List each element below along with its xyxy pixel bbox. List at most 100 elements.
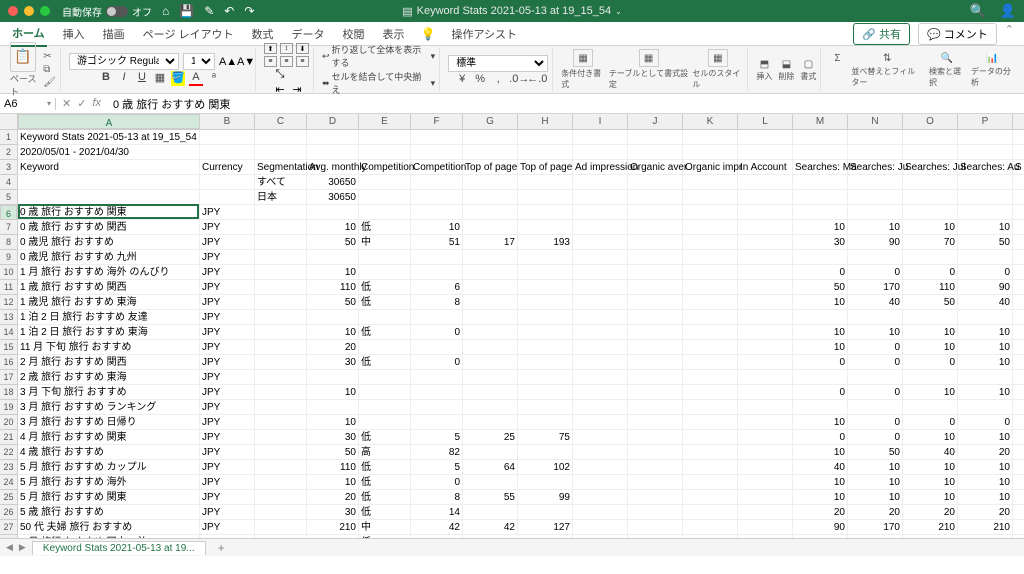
cell[interactable]: 90 [958,280,1013,294]
cell[interactable]: 中 [359,235,411,249]
cell[interactable] [683,145,738,159]
cell[interactable] [573,505,628,519]
home-icon[interactable]: ⌂ [162,4,169,18]
cell[interactable]: JPY [200,310,255,324]
find-button[interactable]: 🔍検索と選択 [929,52,965,88]
cell[interactable] [573,475,628,489]
cell[interactable] [359,265,411,279]
cell[interactable] [463,130,518,144]
cell[interactable] [518,265,573,279]
cell[interactable] [255,265,307,279]
cell[interactable]: 30 [307,355,359,369]
cell[interactable] [518,445,573,459]
cell[interactable]: 17 [463,235,518,249]
cell[interactable] [255,520,307,534]
col-header-B[interactable]: B [200,114,255,129]
cell[interactable] [463,220,518,234]
cell[interactable] [628,310,683,324]
cell[interactable] [463,310,518,324]
col-header-C[interactable]: C [255,114,307,129]
enter-formula-icon[interactable]: ✓ [77,97,86,110]
cell[interactable]: 102 [518,460,573,474]
cell[interactable] [628,400,683,414]
cell[interactable] [255,325,307,339]
cell[interactable]: 10 [903,385,958,399]
cell[interactable] [307,205,359,219]
cell[interactable]: 10 [307,475,359,489]
redo-icon[interactable]: ↷ [244,4,254,18]
cell[interactable] [411,205,463,219]
cell[interactable] [518,205,573,219]
cell[interactable]: 0 歳児 旅行 おすすめ [18,235,200,249]
cell[interactable] [738,370,793,384]
cell[interactable] [628,475,683,489]
cell[interactable] [411,130,463,144]
cell[interactable] [518,310,573,324]
align-right-icon[interactable]: ≡ [296,56,309,67]
cut-icon[interactable]: ✂ [43,51,56,62]
header-cell[interactable]: Top of page [518,160,573,174]
cell[interactable]: 82 [411,445,463,459]
cell[interactable]: JPY [200,250,255,264]
cell[interactable] [573,520,628,534]
cell[interactable] [738,520,793,534]
col-header-L[interactable]: L [738,114,793,129]
cell[interactable] [307,370,359,384]
header-cell[interactable]: Competition [359,160,411,174]
cell[interactable]: 10 [307,220,359,234]
cell[interactable]: 0 歳児 旅行 おすすめ 九州 [18,250,200,264]
cell[interactable] [255,460,307,474]
header-cell[interactable]: Ad impression [573,160,628,174]
cell[interactable]: 50 [307,295,359,309]
cell[interactable] [793,310,848,324]
cell[interactable]: 10 [903,460,958,474]
align-bottom-icon[interactable]: ⬇ [296,43,309,54]
copy-icon[interactable]: ⧉ [43,64,56,75]
cell[interactable] [411,145,463,159]
fill-color-icon[interactable]: 🪣 [171,71,185,86]
cell[interactable] [573,370,628,384]
cell[interactable]: 50 [307,445,359,459]
tab-layout[interactable]: ページ レイアウト [141,22,236,46]
cell[interactable]: 50 [958,235,1013,249]
cell[interactable] [463,400,518,414]
cell[interactable]: 0 [848,340,903,354]
cell[interactable] [683,460,738,474]
cell[interactable] [738,430,793,444]
cell[interactable] [463,265,518,279]
cell[interactable]: 3 月 下旬 旅行 おすすめ [18,385,200,399]
cell[interactable] [738,400,793,414]
cell[interactable] [683,340,738,354]
cell[interactable]: JPY [200,460,255,474]
cell[interactable] [255,505,307,519]
cell[interactable] [307,145,359,159]
cell[interactable] [463,505,518,519]
cell[interactable] [573,445,628,459]
cell[interactable] [683,430,738,444]
cell[interactable]: 10 [958,430,1013,444]
cell[interactable] [411,175,463,189]
cell[interactable]: 4 歳 旅行 おすすめ [18,445,200,459]
toggle-icon[interactable] [106,6,128,17]
cell[interactable] [518,400,573,414]
row-header[interactable]: 27 [0,520,17,535]
cell[interactable] [738,145,793,159]
cell[interactable] [518,355,573,369]
cell[interactable]: 1 泊 2 日 旅行 おすすめ 友達 [18,310,200,324]
cell[interactable] [411,265,463,279]
cell[interactable]: 5 月 旅行 おすすめ 海外 [18,475,200,489]
cell[interactable] [307,310,359,324]
cell[interactable] [628,355,683,369]
cell[interactable] [255,415,307,429]
cell[interactable] [255,130,307,144]
cell[interactable] [628,415,683,429]
cell[interactable] [793,175,848,189]
cell[interactable]: JPY [200,280,255,294]
cell[interactable]: 10 [958,220,1013,234]
cell[interactable]: JPY [200,400,255,414]
col-header-K[interactable]: K [683,114,738,129]
cell[interactable] [573,385,628,399]
cell[interactable]: 30 [307,505,359,519]
tab-tellme[interactable]: 操作アシスト [449,22,519,46]
minimize-icon[interactable] [24,6,34,16]
